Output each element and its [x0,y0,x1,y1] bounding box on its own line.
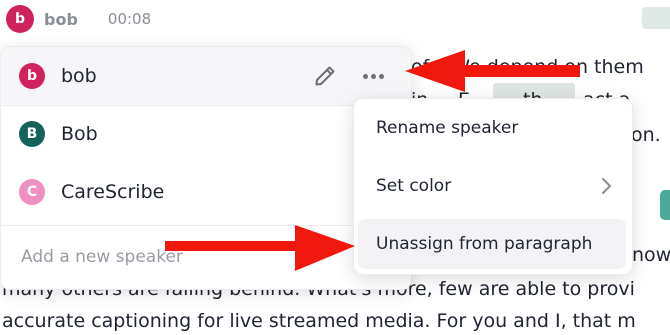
chevron-right-icon [596,176,616,196]
set-color-item[interactable]: Set color [358,161,626,211]
avatar-letter: b [14,11,26,27]
menu-item-label: Rename speaker [376,118,519,138]
annotation-arrow-icon [165,225,355,271]
annotation-arrow-icon [405,50,580,92]
avatar: b [19,63,45,89]
menu-item-label: Set color [376,176,452,196]
speaker-option-bob[interactable]: B Bob [1,105,411,163]
more-dots-icon[interactable] [359,64,387,88]
speaker-name: CareScribe [61,181,165,203]
transcript-line: accurate captioning for live streamed me… [2,310,636,332]
avatar-letter: B [26,126,38,142]
pencil-icon[interactable] [313,64,337,88]
avatar: C [19,179,45,205]
menu-item-label: Unassign from paragraph [376,234,593,254]
timestamp[interactable]: 00:08 [108,10,151,28]
speaker-option-bob-lower[interactable]: b bob [1,47,411,106]
avatar-letter: b [26,68,38,84]
speaker-option-carescribe[interactable]: C CareScribe [1,163,411,221]
rename-speaker-item[interactable]: Rename speaker [358,103,626,153]
avatar-letter: C [26,184,38,200]
avatar: B [19,121,45,147]
speaker-context-menu: Rename speaker Set color Unassign from p… [353,98,633,275]
speaker-name[interactable]: bob [44,10,78,29]
speaker-name: bob [61,65,97,87]
transcript-line: now [632,244,670,266]
avatar[interactable]: b [6,5,34,33]
unassign-from-paragraph-item[interactable]: Unassign from paragraph [358,219,626,269]
speaker-name: Bob [61,123,98,145]
paragraph-header: b bob 00:08 [6,4,151,34]
transcript-line: on. [631,124,661,146]
speaker-chip[interactable] [660,190,670,220]
header-chip [642,7,670,29]
